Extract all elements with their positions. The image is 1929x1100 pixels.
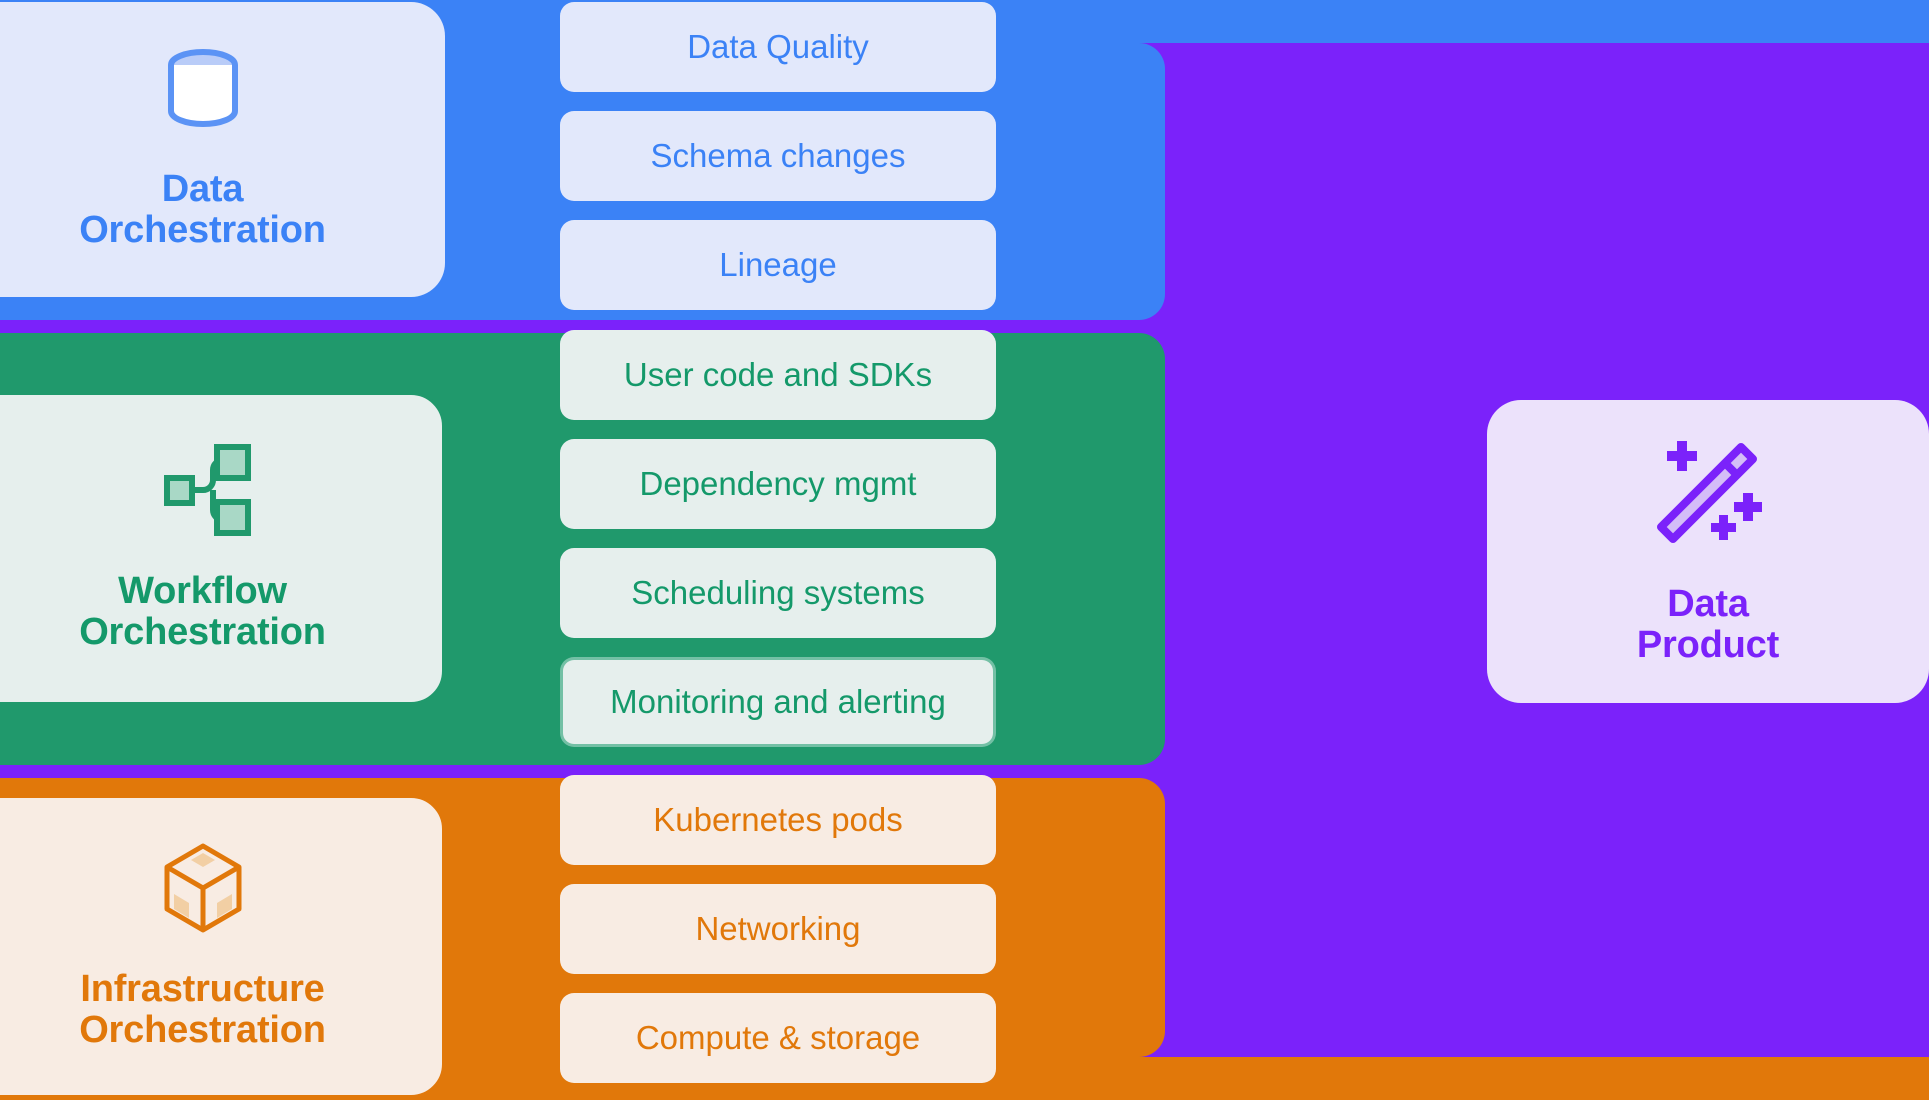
hierarchy-icon xyxy=(155,443,251,541)
chip-label: Lineage xyxy=(719,246,837,283)
chip-scheduling-systems[interactable]: Scheduling systems xyxy=(560,548,996,638)
card-label: Infrastructure Orchestration xyxy=(79,967,326,1051)
chip-label: Networking xyxy=(695,910,861,947)
magic-wand-icon xyxy=(1649,437,1767,554)
chip-dependency-mgmt[interactable]: Dependency mgmt xyxy=(560,439,996,529)
card-data-orchestration[interactable]: Data Orchestration xyxy=(0,2,445,297)
card-workflow-orchestration[interactable]: Workflow Orchestration xyxy=(0,392,445,705)
database-icon xyxy=(164,48,242,139)
chip-compute-and-storage[interactable]: Compute & storage xyxy=(560,993,996,1083)
chip-label: Monitoring and alerting xyxy=(610,683,946,720)
chip-kubernetes-pods[interactable]: Kubernetes pods xyxy=(560,775,996,865)
cube-box-icon xyxy=(161,842,245,939)
chip-label: User code and SDKs xyxy=(623,356,933,393)
card-infrastructure-orchestration[interactable]: Infrastructure Orchestration xyxy=(0,795,445,1098)
card-label: Data Orchestration xyxy=(79,167,326,251)
diagram-canvas: Data Orchestration Data Quality Schema c… xyxy=(0,0,1929,1100)
chip-data-quality[interactable]: Data Quality xyxy=(560,2,996,92)
chip-monitoring-and-alerting[interactable]: Monitoring and alerting xyxy=(560,657,996,747)
chip-lineage[interactable]: Lineage xyxy=(560,220,996,310)
chip-user-code-and-sdks[interactable]: User code and SDKs xyxy=(560,330,996,420)
chip-label: Compute & storage xyxy=(635,1019,921,1056)
chip-schema-changes[interactable]: Schema changes xyxy=(560,111,996,201)
card-label: Data Product xyxy=(1636,582,1780,666)
chip-label: Data Quality xyxy=(687,28,869,65)
chip-label: Scheduling systems xyxy=(631,574,925,611)
chip-networking[interactable]: Networking xyxy=(560,884,996,974)
card-label: Workflow Orchestration xyxy=(79,569,326,653)
card-data-product[interactable]: Data Product xyxy=(1487,400,1929,703)
chip-label: Dependency mgmt xyxy=(639,465,917,502)
chip-label: Kubernetes pods xyxy=(653,801,903,838)
chip-label: Schema changes xyxy=(650,137,906,174)
